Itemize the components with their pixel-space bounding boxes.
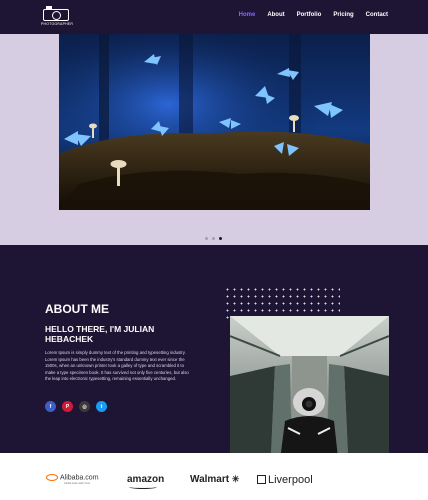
slider-dot-1[interactable] (205, 237, 208, 240)
alibaba-icon (46, 474, 58, 481)
slider-dot-2[interactable] (212, 237, 215, 240)
slider-dot-3[interactable] (219, 237, 222, 240)
nav-about[interactable]: About (267, 12, 284, 18)
about-body: Lorem Ipsum is simply dummy text of the … (45, 350, 189, 382)
alibaba-logo: Alibaba.com Global trade starts here (46, 474, 99, 485)
liverpool-text: Liverpool (268, 474, 313, 486)
brand-logos: Alibaba.com Global trade starts here ama… (0, 453, 428, 500)
about-section: ABOUT ME HELLO THERE, I'M JULIAN HEBACHE… (0, 245, 428, 476)
navbar: PHOTOGRAPHER Home About Portfolio Pricin… (0, 0, 428, 34)
alibaba-tagline: Global trade starts here (64, 482, 91, 485)
about-photo (230, 316, 389, 476)
liverpool-icon (257, 475, 266, 484)
nav-menu: Home About Portfolio Pricing Contact (239, 12, 388, 18)
pinterest-icon[interactable]: P (62, 401, 73, 412)
nav-contact[interactable]: Contact (366, 12, 388, 18)
liverpool-logo: Liverpool (257, 474, 313, 486)
camera-icon (43, 6, 69, 21)
hero-slider (0, 34, 428, 245)
nav-home[interactable]: Home (239, 12, 256, 18)
hero-image (59, 34, 370, 210)
about-title: ABOUT ME (45, 302, 109, 316)
amazon-smile-icon (129, 485, 157, 489)
walmart-logo: Walmart ✳ (190, 474, 239, 485)
logo[interactable]: PHOTOGRAPHER (41, 6, 74, 27)
twitter-icon[interactable]: t (96, 401, 107, 412)
social-links: f P ◎ t (45, 401, 107, 412)
alibaba-text: Alibaba.com (60, 474, 99, 482)
walmart-text: Walmart (190, 474, 230, 485)
instagram-icon[interactable]: ◎ (79, 401, 90, 412)
amazon-text: amazon (127, 474, 165, 485)
about-subtitle: HELLO THERE, I'M JULIAN HEBACHEK (45, 324, 155, 344)
nav-pricing[interactable]: Pricing (333, 12, 353, 18)
logo-text: PHOTOGRAPHER (41, 22, 74, 26)
walmart-spark-icon: ✳ (231, 474, 240, 484)
facebook-icon[interactable]: f (45, 401, 56, 412)
nav-portfolio[interactable]: Portfolio (297, 12, 322, 18)
slider-dots (205, 237, 222, 240)
amazon-logo: amazon (127, 474, 165, 489)
